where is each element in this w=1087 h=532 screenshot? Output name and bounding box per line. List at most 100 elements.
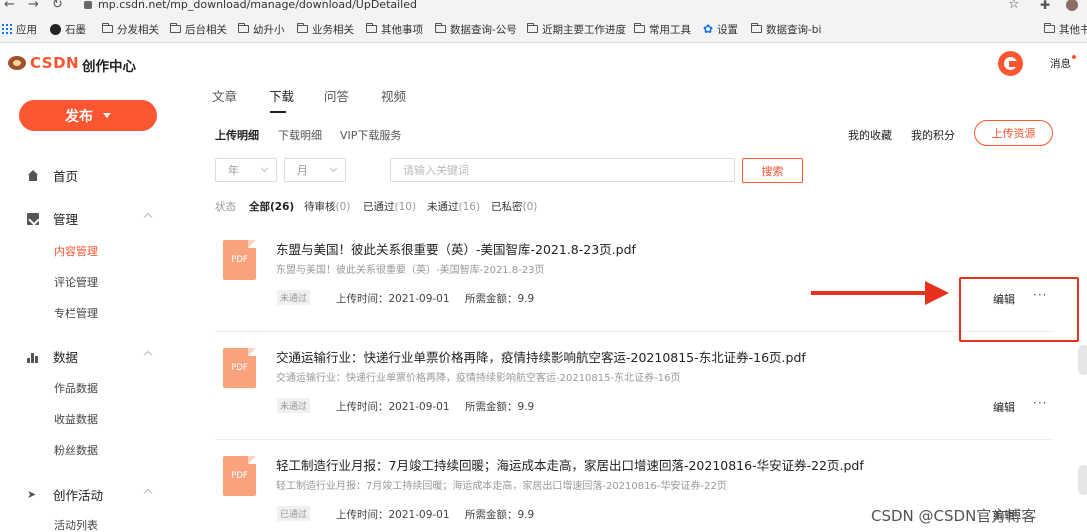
month-select-value: 月 — [297, 164, 308, 177]
bookmark-label: 业务相关 — [312, 23, 354, 36]
search-button[interactable]: 搜索 — [742, 158, 803, 183]
bookmark-label: 设置 — [717, 23, 739, 36]
my-favorites-link[interactable]: 我的收藏 — [848, 127, 892, 143]
sidebar-item-label: 创作活动 — [53, 488, 104, 503]
resource-title[interactable]: 东盟与美国！彼此关系很重要（英）-美国智库-2021.8-23页.pdf — [276, 239, 636, 258]
chevron-up-icon[interactable] — [143, 212, 153, 222]
resource-list-item: PDF 交通运输行业：快递行业单票价格再降，疫情持续影响航空客运-2021081… — [215, 332, 1053, 440]
sidebar-item-data[interactable]: 数据 — [27, 347, 78, 366]
messages-link[interactable]: 消息 — [1050, 56, 1071, 71]
sidebar-item-income-data[interactable]: 收益数据 — [54, 411, 98, 427]
folder-icon — [1044, 23, 1055, 33]
upload-resource-button[interactable]: 上传资源 — [974, 120, 1053, 146]
filter-count: (26) — [270, 201, 295, 213]
filter-private[interactable]: 已私密(0) — [491, 199, 537, 214]
filter-count: (0) — [522, 201, 538, 213]
upload-time: 上传时间：2021-09-01 — [336, 293, 450, 305]
subtab-vip-download[interactable]: VIP下载服务 — [340, 127, 401, 143]
sidebar-item-activity-list[interactable]: 活动列表 — [54, 517, 98, 532]
publish-label: 发布 — [65, 107, 93, 124]
bookmark-folder[interactable]: 分发相关 — [102, 22, 159, 36]
bookmark-folder[interactable]: 其他事项 — [366, 22, 423, 36]
watermark: CSDN @CSDN官方博客 — [871, 507, 1037, 525]
bookmark-label: 常用工具 — [649, 23, 691, 36]
folder-icon — [366, 23, 377, 33]
keyword-search-input[interactable] — [390, 158, 735, 182]
gear-icon: ✿ — [703, 22, 714, 36]
bookmark-folder-other[interactable]: 其他书 — [1044, 22, 1087, 36]
folder-icon — [634, 23, 645, 33]
tab-article[interactable]: 文章 — [212, 86, 237, 105]
bookmark-folder[interactable]: 常用工具 — [634, 22, 691, 36]
sidebar-item-work-data[interactable]: 作品数据 — [54, 380, 98, 396]
bookmark-folder[interactable]: 数据查询-公号 — [435, 22, 517, 36]
address-field[interactable]: mp.csdn.net/mp_download/manage/download/… — [98, 0, 417, 11]
sidebar-item-manage[interactable]: 管理 — [27, 209, 78, 228]
logo-text: CSDN — [30, 54, 80, 72]
back-icon[interactable]: ← — [4, 0, 15, 12]
unread-dot — [1072, 55, 1076, 59]
extensions-icon[interactable]: ✚ — [1040, 0, 1050, 12]
pdf-file-icon: PDF — [223, 456, 256, 496]
bookmark-settings[interactable]: ✿ 设置 — [703, 22, 738, 36]
chevron-down-icon — [329, 164, 338, 173]
reload-icon[interactable]: ↻ — [52, 0, 63, 12]
bookmark-folder[interactable]: 业务相关 — [297, 22, 354, 36]
caret-down-icon — [103, 113, 111, 118]
tab-download[interactable]: 下载 — [269, 86, 294, 105]
subtab-download-detail[interactable]: 下载明细 — [278, 127, 322, 143]
bookmark-folder[interactable]: 幼升小 — [238, 22, 285, 36]
scrollbar-handle[interactable] — [1078, 465, 1087, 495]
paper-plane-icon: ➤ — [27, 487, 37, 501]
filter-count: (0) — [335, 201, 351, 213]
subtab-upload-detail[interactable]: 上传明细 — [215, 127, 259, 143]
filter-approved[interactable]: 已通过(10) — [363, 199, 416, 214]
bookmark-folder[interactable]: 数据查询-bi — [751, 22, 821, 36]
more-icon[interactable]: ··· — [1033, 396, 1047, 410]
sidebar-item-activity[interactable]: ➤ 创作活动 — [27, 485, 103, 504]
chevron-down-icon — [260, 164, 269, 173]
folder-icon — [102, 23, 113, 33]
bookmark-shimo[interactable]: 石墨 — [50, 22, 86, 36]
sidebar-item-fans-data[interactable]: 粉丝数据 — [54, 442, 98, 458]
filter-all[interactable]: 全部(26) — [249, 199, 294, 214]
my-points-link[interactable]: 我的积分 — [911, 127, 955, 143]
csdn-mascot-icon — [8, 56, 26, 70]
resource-title[interactable]: 轻工制造行业月报：7月竣工持续回暖；海运成本走高，家居出口增速回落-202108… — [276, 455, 864, 474]
sidebar-item-content-manage[interactable]: 内容管理 — [54, 243, 98, 259]
bookmark-label: 分发相关 — [117, 23, 159, 36]
bookmark-folder[interactable]: 后台相关 — [170, 22, 227, 36]
filter-count: (16) — [458, 201, 481, 213]
csdn-logo[interactable]: CSDN — [8, 54, 79, 72]
forward-icon[interactable]: → — [28, 0, 39, 12]
filter-rejected[interactable]: 未通过(16) — [427, 199, 480, 214]
resource-title[interactable]: 交通运输行业：快递行业单票价格再降，疫情持续影响航空客运-20210815-东北… — [276, 347, 806, 366]
sidebar-item-column-manage[interactable]: 专栏管理 — [54, 305, 98, 321]
filter-pending[interactable]: 待审核(0) — [304, 199, 350, 214]
year-select[interactable]: 年 — [215, 158, 277, 182]
month-select[interactable]: 月 — [284, 158, 346, 182]
sidebar-item-home[interactable]: 首页 — [27, 166, 78, 185]
edit-button[interactable]: 编辑 — [993, 399, 1015, 415]
bookmark-label: 幼升小 — [253, 23, 285, 36]
year-select-value: 年 — [228, 164, 239, 177]
publish-button[interactable]: 发布 — [19, 100, 157, 131]
bookmark-label: 数据查询-公号 — [450, 23, 517, 36]
bookmark-star-icon[interactable]: ☆ — [1008, 0, 1020, 12]
bookmarks-bar: 应用 石墨 分发相关 后台相关 幼升小 业务相关 其他事项 数据查询-公号 近期… — [0, 15, 1087, 43]
annotation-arrow-head — [925, 281, 949, 305]
folder-icon — [527, 23, 538, 33]
sidebar-item-comment-manage[interactable]: 评论管理 — [54, 274, 98, 290]
chevron-up-icon[interactable] — [143, 350, 153, 360]
tab-video[interactable]: 视频 — [381, 86, 406, 105]
tab-qa[interactable]: 问答 — [324, 86, 349, 105]
c-coin-icon[interactable] — [998, 51, 1023, 76]
scrollbar-handle[interactable] — [1078, 345, 1087, 375]
profile-avatar[interactable] — [1066, 0, 1078, 11]
active-tab-indicator — [270, 111, 286, 113]
manage-icon — [27, 212, 39, 225]
price: 所需金额：9.9 — [465, 293, 535, 305]
bookmark-folder[interactable]: 近期主要工作进度 — [527, 22, 626, 36]
chevron-up-icon[interactable] — [143, 488, 153, 498]
bookmark-apps[interactable]: 应用 — [2, 22, 37, 36]
